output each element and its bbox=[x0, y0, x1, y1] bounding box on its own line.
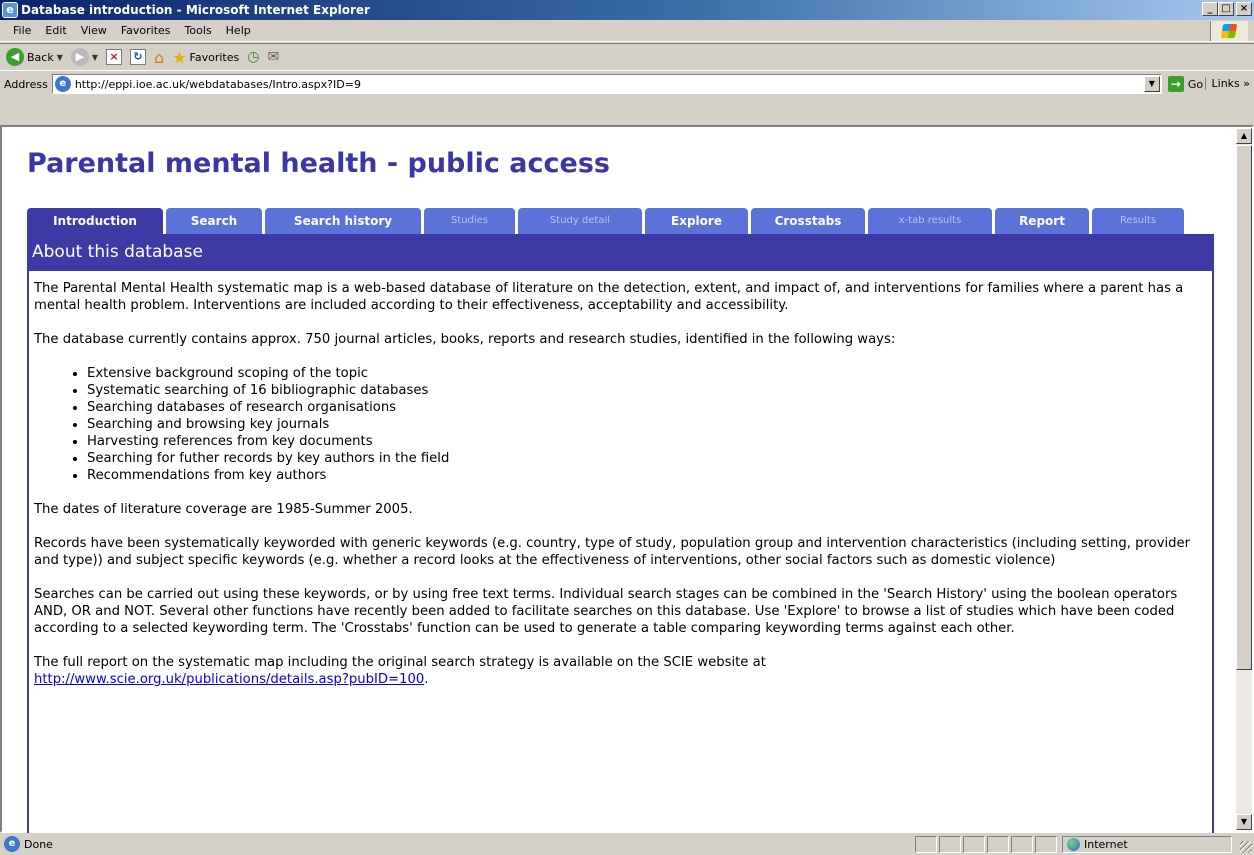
history-button[interactable]: ◷ bbox=[245, 49, 261, 65]
report-period: . bbox=[424, 672, 429, 687]
status-text: Done bbox=[24, 837, 53, 851]
back-dropdown-icon[interactable]: ▼ bbox=[57, 53, 63, 62]
address-label: Address bbox=[4, 77, 48, 91]
list-item: Searching databases of research organisa… bbox=[87, 399, 1212, 416]
tab-bar: Introduction Search Search history Studi… bbox=[27, 208, 1187, 234]
globe-icon bbox=[1067, 838, 1080, 851]
favorites-label: Favorites bbox=[189, 50, 240, 64]
history-icon: ◷ bbox=[247, 49, 260, 65]
security-zone[interactable]: Internet bbox=[1062, 836, 1232, 853]
go-label: Go bbox=[1187, 77, 1204, 91]
standard-toolbar: ◀ Back ▼ ▶ ▼ × ↻ ⌂ ★ Favorites ◷ ✉ bbox=[0, 43, 1254, 71]
searches-paragraph: Searches can be carried out using these … bbox=[34, 587, 1178, 636]
scroll-down-icon[interactable]: ▼ bbox=[1236, 814, 1252, 830]
scrollbar-thumb[interactable] bbox=[1236, 145, 1252, 670]
refresh-button[interactable]: ↻ bbox=[128, 49, 148, 65]
ie-app-icon[interactable]: e bbox=[2, 2, 18, 18]
status-pane bbox=[915, 836, 937, 853]
address-bar: Address e http://eppi.ioe.ac.uk/webdatab… bbox=[0, 73, 1254, 95]
forward-button[interactable]: ▶ ▼ bbox=[69, 48, 100, 66]
contents-paragraph: The database currently contains approx. … bbox=[34, 332, 896, 347]
tab-search-history[interactable]: Search history bbox=[265, 208, 421, 234]
status-pane bbox=[939, 836, 961, 853]
mail-icon: ✉ bbox=[267, 49, 280, 65]
menu-help[interactable]: Help bbox=[219, 24, 258, 37]
address-input[interactable]: e http://eppi.ioe.ac.uk/webdatabases/Int… bbox=[51, 74, 1162, 94]
home-button[interactable]: ⌂ bbox=[152, 48, 166, 67]
windows-flag-icon bbox=[1220, 24, 1238, 38]
resize-grip-icon[interactable] bbox=[1240, 841, 1252, 853]
status-bar: e Done Internet bbox=[0, 833, 1254, 855]
intro-paragraph: The Parental Mental Health systematic ma… bbox=[34, 281, 1184, 313]
close-button[interactable]: × bbox=[1236, 2, 1252, 16]
tab-introduction[interactable]: Introduction bbox=[27, 208, 163, 234]
forward-arrow-icon: ▶ bbox=[70, 48, 89, 66]
menu-edit[interactable]: Edit bbox=[38, 24, 73, 37]
tab-x-tab-results: x-tab results bbox=[868, 208, 992, 234]
keywords-paragraph: Records have been systematically keyword… bbox=[34, 536, 1191, 568]
page-icon: e bbox=[54, 76, 71, 92]
favorites-button[interactable]: ★ Favorites bbox=[170, 48, 241, 67]
status-panes bbox=[915, 836, 1059, 853]
tab-study-detail: Study detail bbox=[518, 208, 642, 234]
status-pane bbox=[1035, 836, 1057, 853]
window-title: Database introduction - Microsoft Intern… bbox=[21, 3, 370, 17]
dates-paragraph: The dates of literature coverage are 198… bbox=[34, 502, 413, 517]
stop-button[interactable]: × bbox=[104, 49, 124, 65]
minimize-button[interactable]: _ bbox=[1202, 2, 1218, 16]
windows-logo-throbber bbox=[1210, 21, 1248, 41]
window-controls: _ □ × bbox=[1202, 2, 1252, 16]
list-item: Recommendations from key authors bbox=[87, 467, 1212, 484]
methods-list: Extensive background scoping of the topi… bbox=[34, 365, 1212, 484]
zone-label: Internet bbox=[1084, 838, 1128, 851]
stop-icon: × bbox=[106, 49, 123, 65]
back-label: Back bbox=[27, 50, 54, 64]
tab-results: Results bbox=[1092, 208, 1184, 234]
content-panel: The Parental Mental Health systematic ma… bbox=[27, 271, 1214, 833]
menu-tools[interactable]: Tools bbox=[178, 24, 219, 37]
scie-report-link[interactable]: http://www.scie.org.uk/publications/deta… bbox=[34, 672, 424, 687]
list-item: Extensive background scoping of the topi… bbox=[87, 365, 1212, 382]
status-pane bbox=[987, 836, 1009, 853]
go-button[interactable]: → Go bbox=[1167, 76, 1204, 92]
report-text: The full report on the systematic map in… bbox=[34, 655, 766, 670]
address-url[interactable]: http://eppi.ioe.ac.uk/webdatabases/Intro… bbox=[75, 78, 361, 91]
star-icon: ★ bbox=[172, 47, 187, 67]
home-icon: ⌂ bbox=[154, 47, 165, 67]
vertical-scrollbar[interactable]: ▲ ▼ bbox=[1236, 128, 1252, 830]
status-pane bbox=[963, 836, 985, 853]
list-item: Searching and browsing key journals bbox=[87, 416, 1212, 433]
tab-crosstabs[interactable]: Crosstabs bbox=[751, 208, 865, 234]
status-pane bbox=[1011, 836, 1033, 853]
links-button[interactable]: Links » bbox=[1204, 77, 1250, 90]
go-arrow-icon: → bbox=[1167, 76, 1184, 92]
window-title-bar[interactable]: e Database introduction - Microsoft Inte… bbox=[0, 0, 1254, 20]
page-done-icon: e bbox=[4, 836, 20, 852]
address-dropdown-icon[interactable]: ▼ bbox=[1143, 76, 1160, 92]
tab-explore[interactable]: Explore bbox=[645, 208, 748, 234]
list-item: Systematic searching of 16 bibliographic… bbox=[87, 382, 1212, 399]
menu-view[interactable]: View bbox=[74, 24, 114, 37]
tab-search[interactable]: Search bbox=[166, 208, 262, 234]
tab-report[interactable]: Report bbox=[995, 208, 1089, 234]
list-item: Searching for futher records by key auth… bbox=[87, 450, 1212, 467]
mail-button[interactable]: ✉ bbox=[265, 49, 281, 65]
refresh-icon: ↻ bbox=[130, 49, 147, 65]
maximize-button[interactable]: □ bbox=[1218, 2, 1234, 16]
page-title: Parental mental health - public access bbox=[27, 148, 610, 179]
back-arrow-icon: ◀ bbox=[6, 48, 24, 66]
menu-file[interactable]: File bbox=[6, 24, 38, 37]
tab-studies: Studies bbox=[424, 208, 515, 234]
scroll-up-icon[interactable]: ▲ bbox=[1236, 128, 1252, 144]
section-header: About this database bbox=[27, 234, 1214, 271]
menu-favorites[interactable]: Favorites bbox=[114, 24, 178, 37]
list-item: Harvesting references from key documents bbox=[87, 433, 1212, 450]
forward-dropdown-icon[interactable]: ▼ bbox=[92, 53, 98, 62]
report-paragraph: The full report on the systematic map in… bbox=[34, 654, 1212, 688]
menu-bar: File Edit View Favorites Tools Help bbox=[0, 20, 1254, 42]
back-button[interactable]: ◀ Back ▼ bbox=[4, 48, 65, 66]
